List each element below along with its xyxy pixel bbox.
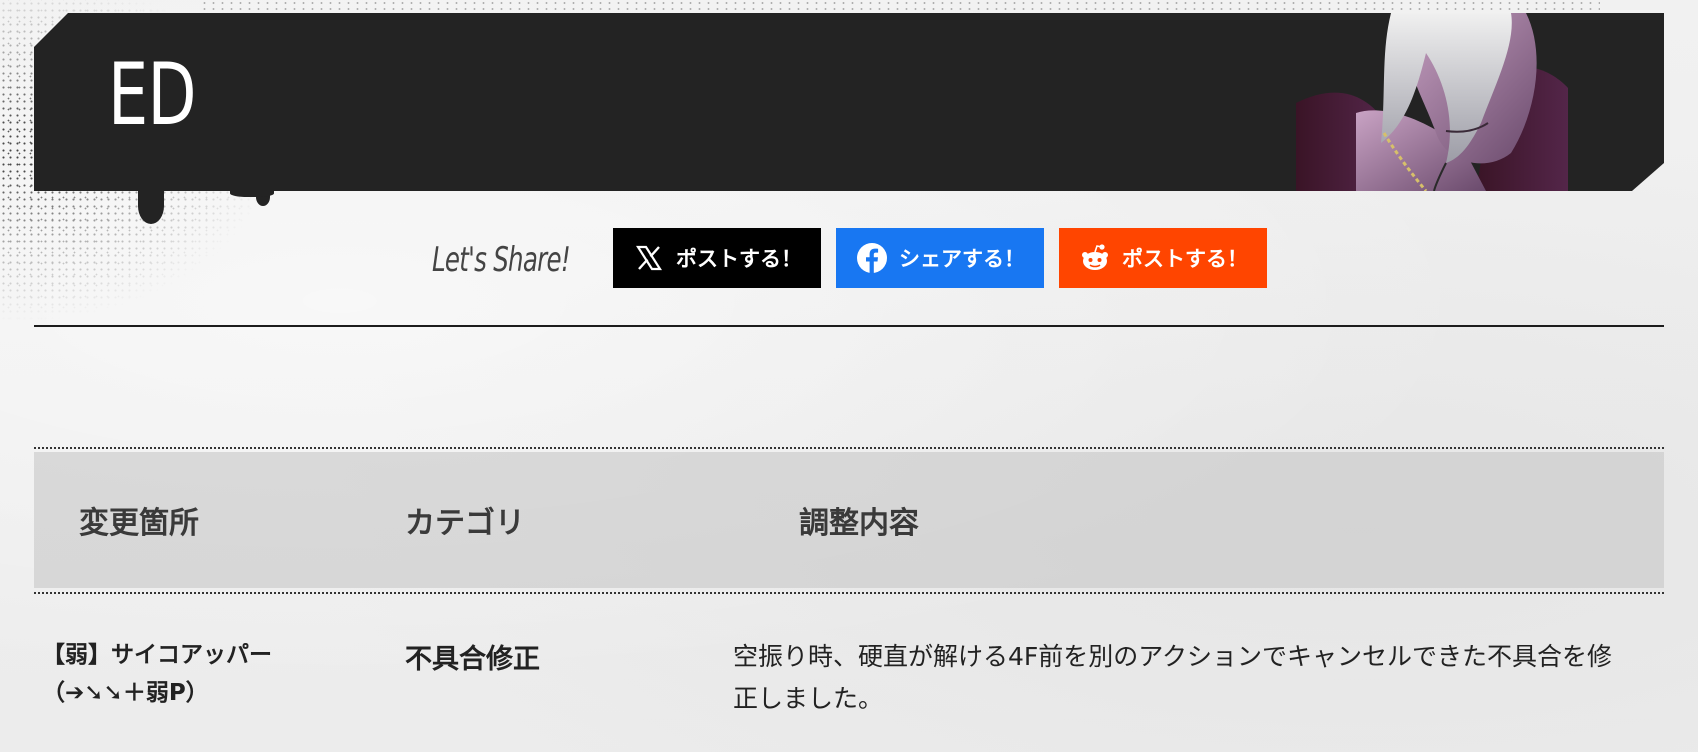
- move-command: （➔➘➘＋弱P）: [42, 680, 209, 706]
- share-x-label: ポストする！: [676, 247, 802, 271]
- reddit-logo-icon: [1078, 241, 1112, 275]
- column-header-details: 調整内容: [799, 506, 919, 541]
- table-cell-details: 空振り時、硬直が解ける4F前を別のアクションでキャンセルできた不具合を修正しまし…: [733, 642, 1613, 713]
- table-top-border: [34, 447, 1664, 449]
- share-label: Let's Share!: [432, 240, 571, 280]
- character-portrait: [1296, 13, 1590, 191]
- section-divider: [34, 325, 1664, 327]
- share-facebook-button[interactable]: シェアする！: [836, 228, 1044, 288]
- column-header-category: カテゴリ: [405, 506, 525, 541]
- share-x-button[interactable]: ポストする！: [613, 228, 821, 288]
- page-title: ED: [108, 45, 196, 145]
- move-name: 【弱】サイコアッパー: [42, 642, 272, 668]
- column-header-location: 変更箇所: [79, 506, 199, 541]
- share-facebook-label: シェアする！: [899, 247, 1025, 271]
- facebook-logo-icon: [855, 241, 889, 275]
- paint-drip: [230, 188, 274, 197]
- share-reddit-label: ポストする！: [1122, 247, 1248, 271]
- x-logo-icon: [632, 241, 666, 275]
- share-reddit-button[interactable]: ポストする！: [1059, 228, 1267, 288]
- table-header-border: [34, 592, 1664, 594]
- spray-paint-top-decoration: [200, 0, 1600, 14]
- table-cell-category: 不具合修正: [405, 644, 540, 675]
- share-bar: Let's Share! ポストする！ シェアする！ ポストする！: [0, 228, 1698, 288]
- paint-drip: [138, 188, 164, 224]
- table-cell-location: 【弱】サイコアッパー （➔➘➘＋弱P）: [42, 636, 272, 712]
